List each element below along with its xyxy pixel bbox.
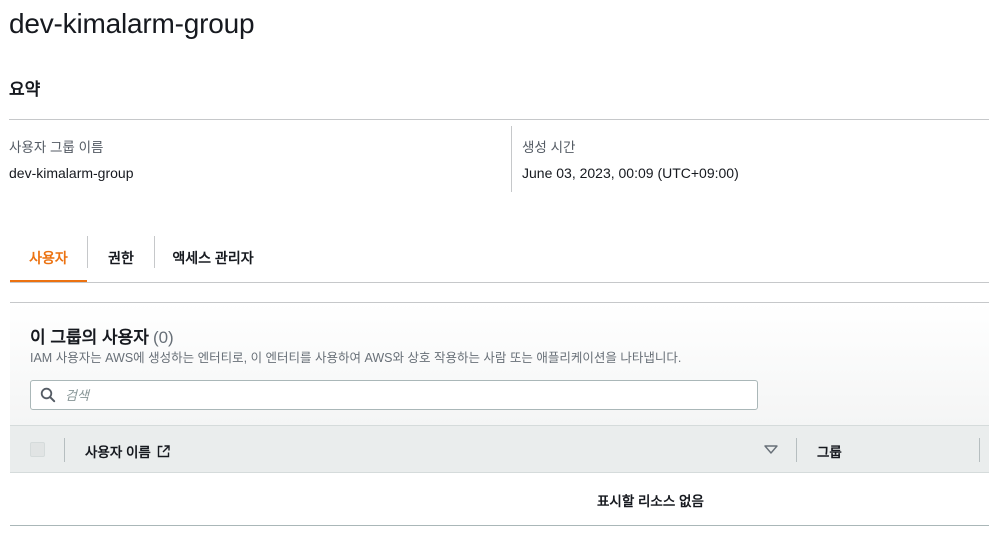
table-header: 사용자 이름 그룹: [10, 425, 989, 473]
search-box[interactable]: [30, 380, 758, 410]
summary-heading: 요약: [9, 80, 41, 99]
column-header-user-name-label: 사용자 이름: [85, 445, 151, 460]
iam-user-group-page: dev-kimalarm-group 요약 사용자 그룹 이름 dev-kima…: [0, 0, 989, 542]
column-separator: [64, 438, 65, 462]
tab-bar: 사용자 권한 액세스 관리자: [10, 236, 989, 283]
users-in-group-panel: 이 그룹의 사용자 (0) IAM 사용자는 AWS에 생성하는 엔터티로, 이 …: [10, 302, 989, 526]
created-time-label: 생성 시간: [522, 140, 576, 155]
panel-title-text: 이 그룹의 사용자: [30, 328, 149, 347]
external-link-icon: [157, 444, 170, 457]
column-header-groups[interactable]: 그룹: [817, 441, 842, 461]
select-all-checkbox[interactable]: [30, 442, 45, 457]
page-title: dev-kimalarm-group: [9, 8, 255, 39]
created-time-value: June 03, 2023, 00:09 (UTC+09:00): [522, 165, 739, 181]
panel-header: 이 그룹의 사용자 (0) IAM 사용자는 AWS에 생성하는 엔터티로, 이 …: [10, 303, 989, 425]
search-icon: [40, 387, 56, 403]
user-count: (0): [152, 328, 174, 347]
column-separator: [979, 438, 980, 462]
panel-title: 이 그룹의 사용자 (0): [30, 323, 174, 348]
search-input[interactable]: [65, 387, 715, 403]
group-name-label: 사용자 그룹 이름: [9, 140, 104, 155]
tab-access-advisor[interactable]: 액세스 관리자: [155, 236, 271, 280]
column-separator: [796, 438, 797, 462]
panel-description: IAM 사용자는 AWS에 생성하는 엔터티로, 이 엔터티를 사용하여 AWS…: [30, 351, 682, 365]
tab-permissions[interactable]: 권한: [88, 236, 154, 280]
summary-created-time: 생성 시간 June 03, 2023, 00:09 (UTC+09:00): [522, 136, 739, 181]
summary-column-divider: [511, 126, 512, 192]
summary-group-name: 사용자 그룹 이름 dev-kimalarm-group: [9, 136, 133, 181]
empty-state-text: 표시할 리소스 없음: [597, 494, 704, 509]
summary-divider-line: [9, 119, 989, 120]
group-name-value: dev-kimalarm-group: [9, 165, 134, 181]
sort-down-icon[interactable]: [764, 445, 778, 454]
tab-users[interactable]: 사용자: [10, 236, 87, 282]
column-header-user-name[interactable]: 사용자 이름: [85, 441, 170, 461]
